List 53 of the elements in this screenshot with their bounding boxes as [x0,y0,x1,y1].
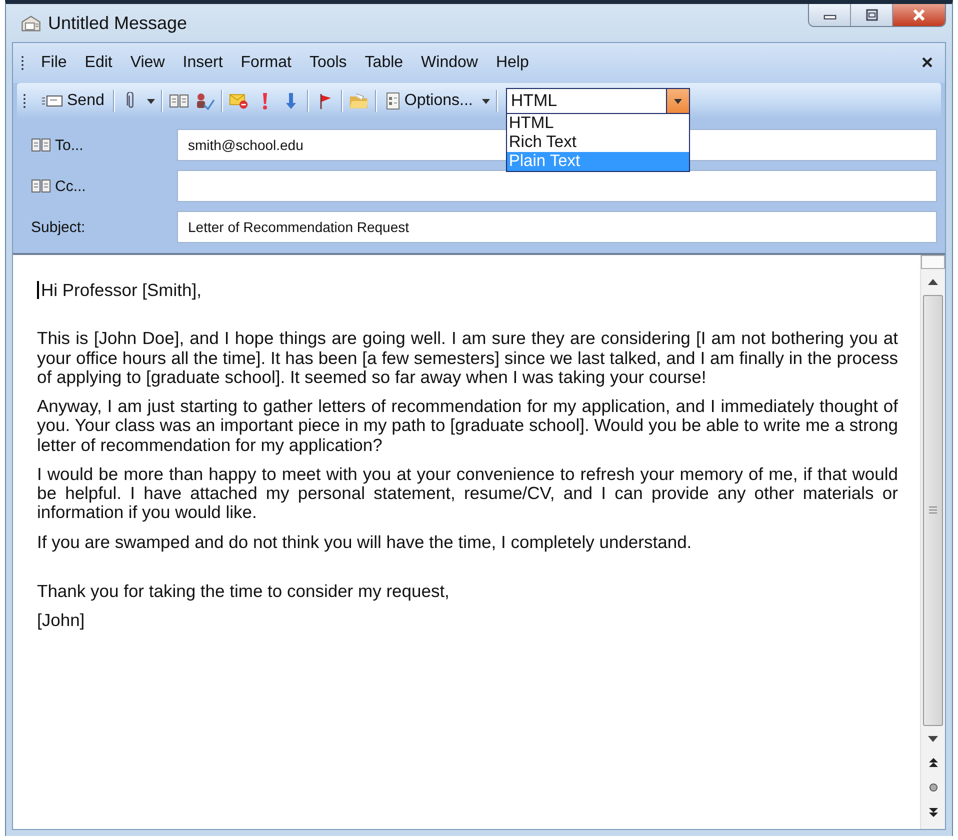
options-button[interactable]: Options... [383,90,476,112]
grip-icon [23,93,26,109]
caret-icon[interactable] [482,98,490,104]
message-text: [John] [37,611,86,630]
send-button[interactable]: Send [38,90,108,112]
menu-item[interactable]: Table [358,52,410,74]
minimize-button[interactable] [809,4,851,26]
menu-item[interactable]: View [123,52,172,74]
address-book-icon [31,137,51,153]
menu-item[interactable]: Tools [302,52,354,74]
menu-item[interactable]: Window [414,52,485,74]
envelope-icon[interactable] [229,92,250,110]
message-icon [20,14,42,32]
next-page-icon[interactable] [928,808,938,817]
close-document-button[interactable]: × [917,52,937,74]
input-field[interactable]: Letter of Recommendation Request [177,211,937,243]
maximize-button[interactable] [851,4,893,26]
grip-icon [929,506,937,515]
scroll-down-icon[interactable] [928,736,938,742]
close-button[interactable] [893,4,945,26]
menu-item[interactable]: Help [488,52,536,74]
menu-item[interactable]: Format [234,52,298,74]
address-book-icon [31,178,51,194]
close-icon [912,8,926,22]
format-option[interactable]: Rich Text [506,132,689,152]
menu-item[interactable]: Edit [78,52,120,74]
address-button[interactable]: To... [31,136,169,154]
input-field[interactable] [177,170,937,202]
message-text: Hi Professor [Smith], [37,281,898,300]
caret-icon[interactable] [147,98,156,104]
window-title: Untitled Message [48,12,188,34]
envelope-icon [41,94,63,108]
browse-object-icon[interactable] [928,783,938,792]
format-dropdown[interactable]: HTML [506,88,690,114]
message-text: If you are swamped and do not think you will have the time, I completely understand. [37,532,693,552]
caret-icon [674,98,682,104]
message-text: Anyway, I am just starting to gather letters of recommendation for my application, and I immediately thought of you. Your class was an important piece in my path to [graduate school]. Would you be able to write me a strong letter of recommendation for my application? [37,397,898,455]
grip-icon [21,55,24,71]
menu-item[interactable]: Insert [176,52,230,74]
field-label: Subject: [31,218,86,236]
scroll-thumb[interactable] [923,295,943,726]
scroll-up-icon[interactable] [928,279,938,285]
message-text: I would be more than happy to meet with you at your convenience to refresh your memory of me, if that would be helpful. I have attached my personal statement, resume/CV, and I can provide any other materials or information if you would like. [37,464,898,522]
document-icon [386,92,400,110]
check-names-icon[interactable] [195,92,216,110]
address-book-icon[interactable] [169,92,190,110]
scrollbar[interactable] [920,255,945,829]
address-button[interactable]: Cc... [31,178,169,194]
menu-item[interactable]: File [34,52,74,74]
message-text: This is [John Doe], and I hope things are going well. I am sure they are considering [I am not bothering you at your office hours all the time]. It has been [a few semesters] since we last talked, and I am finally in the process of applying to [graduate school]. It seemed so far away when I was taking your course! [37,329,898,387]
previous-page-icon[interactable] [928,758,938,767]
message-text: Thank you for taking the time to consider my request, [37,582,450,601]
maximize-icon [866,9,878,21]
